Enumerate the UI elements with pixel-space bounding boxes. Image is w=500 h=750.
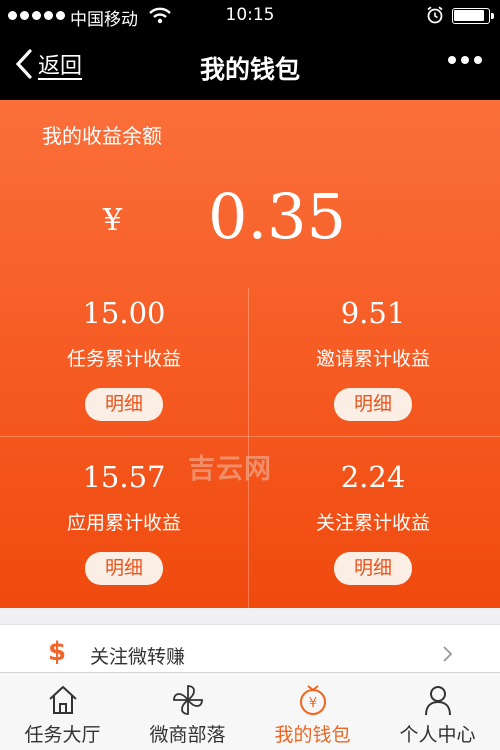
tab-bar: 任务大厅 微商部落 ¥ 我的钱包 个人中心: [0, 672, 500, 750]
chevron-right-icon: [443, 646, 453, 662]
stat-label: 任务累计收益: [66, 348, 181, 370]
screen: 中国移动 10:15 返回 我的钱包 我的收益余额 ¥ 0.35 15.00 任…: [0, 0, 500, 750]
more-menu-button[interactable]: [448, 56, 482, 64]
currency-symbol: ¥: [103, 203, 123, 238]
detail-button[interactable]: 明细: [85, 552, 163, 585]
tab-label: 微商部落: [149, 724, 226, 746]
balance-amount: 0.35: [208, 180, 347, 253]
detail-button[interactable]: 明细: [85, 388, 163, 421]
stat-value: 2.24: [340, 460, 406, 494]
pinwheel-icon: [172, 685, 203, 715]
person-icon: [424, 686, 451, 716]
stat-task-earnings: 15.00 任务累计收益 明细: [0, 296, 248, 421]
balance-label: 我的收益余额: [42, 124, 162, 148]
tab-personal-center[interactable]: 个人中心: [375, 673, 500, 750]
stat-follow-earnings: 2.24 关注累计收益 明细: [249, 460, 497, 585]
horizontal-divider: [0, 436, 500, 437]
tab-label: 任务大厅: [24, 724, 101, 746]
tab-label: 个人中心: [399, 724, 476, 746]
detail-button[interactable]: 明细: [334, 388, 412, 421]
svg-text:¥: ¥: [308, 696, 316, 711]
stat-invite-earnings: 9.51 邀请累计收益 明细: [249, 296, 497, 421]
stat-value: 15.00: [82, 296, 166, 330]
top-bar: 中国移动 10:15 返回 我的钱包: [0, 0, 500, 100]
list-item-label: 关注微转赚: [90, 646, 186, 668]
stat-label: 应用累计收益: [66, 512, 181, 534]
detail-button[interactable]: 明细: [334, 552, 412, 585]
page-title: 我的钱包: [199, 55, 300, 84]
stat-label: 关注累计收益: [315, 512, 430, 534]
wallet-icon: ¥: [299, 685, 326, 715]
battery-icon: [452, 8, 494, 24]
stat-value: 9.51: [340, 296, 406, 330]
watermark: 吉云网: [188, 454, 272, 485]
dollar-icon: $: [48, 637, 67, 667]
tab-my-wallet[interactable]: ¥ 我的钱包: [250, 673, 375, 750]
tab-task-hall[interactable]: 任务大厅: [0, 673, 125, 750]
home-icon: [48, 686, 77, 714]
stat-label: 邀请累计收益: [315, 348, 430, 370]
earnings-card: 我的收益余额 ¥ 0.35 15.00 任务累计收益 明细 9.51 邀请累计收…: [0, 100, 500, 608]
alarm-icon: [427, 6, 443, 24]
status-bar: 中国移动 10:15: [0, 0, 500, 32]
tab-label: 我的钱包: [274, 724, 351, 746]
tab-wechat-business[interactable]: 微商部落: [125, 673, 250, 750]
status-time: 10:15: [225, 5, 275, 25]
